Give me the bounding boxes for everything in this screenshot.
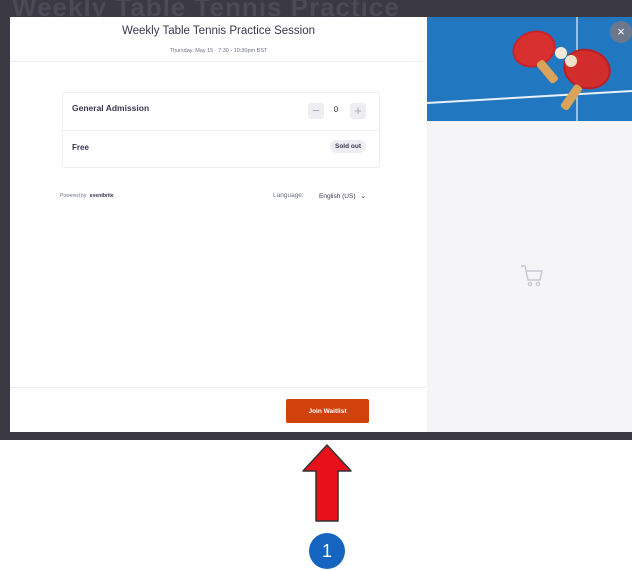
eventbrite-brand: eventbrite: [89, 193, 114, 199]
ticket-price: Free: [72, 143, 89, 152]
quantity-value: 0: [333, 105, 339, 114]
quantity-decrease-button[interactable]: −: [308, 103, 324, 119]
language-select[interactable]: English (US) ⌄: [319, 192, 366, 200]
ticket-name: General Admission: [72, 103, 150, 113]
sold-out-badge: Sold out: [330, 140, 366, 153]
modal-header: Weekly Table Tennis Practice Session Thu…: [10, 17, 427, 62]
event-image: ×: [427, 17, 632, 121]
event-title: Weekly Table Tennis Practice Session: [121, 25, 316, 37]
quantity-increase-button[interactable]: +: [350, 103, 366, 119]
step-number-badge: 1: [309, 533, 345, 569]
ticket-row: General Admission − 0 +: [63, 93, 379, 131]
join-waitlist-button[interactable]: Join Waitlist: [286, 399, 369, 423]
powered-by: Powered by eventbrite: [60, 193, 114, 199]
language-label: Language:: [273, 192, 304, 199]
ticket-row: Free Sold out: [63, 131, 379, 167]
ticket-list: General Admission − 0 + Free Sold out: [62, 92, 380, 168]
checkout-modal: Weekly Table Tennis Practice Session Thu…: [10, 17, 632, 432]
powered-by-label: Powered by: [60, 193, 87, 199]
checkout-pane: Weekly Table Tennis Practice Session Thu…: [10, 17, 427, 432]
language-value: English (US): [319, 193, 356, 200]
eventbrite-logo-icon[interactable]: eventbrite: [90, 193, 114, 199]
ping-pong-paddles-image: [427, 17, 632, 121]
close-icon[interactable]: ×: [610, 21, 632, 43]
chevron-down-icon: ⌄: [360, 193, 367, 200]
event-datetime: Thursday, May 15 · 7:30 - 10:30pm BST: [169, 48, 268, 54]
order-summary-pane: ×: [427, 17, 632, 432]
cart-icon: [521, 265, 543, 287]
annotation-arrow-icon: [302, 444, 352, 522]
modal-footer: Join Waitlist: [10, 387, 427, 432]
